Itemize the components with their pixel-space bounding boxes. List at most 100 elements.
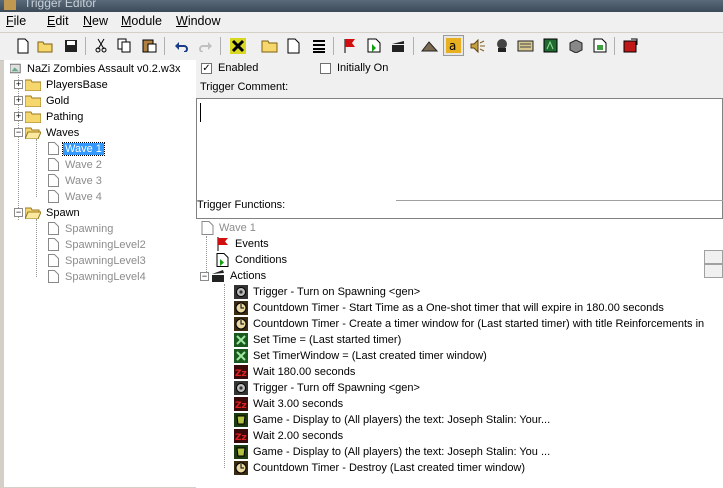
menu-module[interactable]: Module — [121, 14, 162, 28]
action-row[interactable]: Countdown Timer - Create a timer window … — [234, 316, 704, 332]
events-label: Events — [235, 238, 269, 250]
tree-trigger-wave-3[interactable]: Wave 3 — [48, 173, 104, 188]
action-row[interactable]: Set TimerWindow = (Last created timer wi… — [234, 348, 487, 364]
action-row[interactable]: Game - Display to (All players) the text… — [234, 412, 550, 428]
toolbar-separator — [164, 37, 165, 55]
expand-icon[interactable]: + — [14, 80, 23, 89]
object-manager-icon[interactable] — [565, 35, 586, 56]
delete-icon[interactable] — [227, 35, 248, 56]
events-node[interactable]: Events — [216, 236, 269, 252]
tree-trigger-spawninglevel2[interactable]: SpawningLevel2 — [48, 237, 148, 252]
expand-icon[interactable]: + — [14, 96, 23, 105]
tree-category-label: Waves — [46, 126, 80, 139]
tree-trigger-label: Wave 3 — [65, 174, 102, 187]
menu-file[interactable]: File — [6, 14, 26, 28]
actions-node[interactable]: − Actions — [200, 268, 266, 284]
action-row[interactable]: Zz Wait 2.00 seconds — [234, 428, 343, 444]
collapse-icon[interactable]: − — [14, 128, 23, 137]
new-comment-icon[interactable] — [308, 35, 329, 56]
redo-icon[interactable] — [195, 35, 216, 56]
ai-editor-icon[interactable] — [540, 35, 561, 56]
initially-on-checkbox[interactable] — [320, 63, 331, 74]
menu-edit[interactable]: Edit — [47, 14, 69, 28]
tree-category-waves[interactable]: − Waves — [14, 125, 81, 140]
import-manager-icon[interactable] — [589, 35, 610, 56]
map-icon — [10, 63, 21, 74]
new-category-icon[interactable] — [259, 35, 280, 56]
action-text: Wait 2.00 seconds — [253, 430, 344, 442]
tree-category-pathing[interactable]: + Pathing — [14, 109, 85, 124]
trigger-comment-label: Trigger Comment: — [200, 81, 289, 93]
tree-trigger-wave-1[interactable]: Wave 1 — [48, 141, 105, 156]
action-row[interactable]: Trigger - Turn on Spawning <gen> — [234, 284, 420, 300]
action-row[interactable]: Countdown Timer - Start Time as a One-sh… — [234, 300, 664, 316]
enabled-checkbox[interactable]: ✓ — [201, 63, 212, 74]
trigger-page-icon — [48, 254, 59, 267]
action-row[interactable]: Trigger - Turn off Spawning <gen> — [234, 380, 420, 396]
undo-icon[interactable] — [170, 35, 191, 56]
action-text: Trigger - Turn off Spawning <gen> — [253, 382, 420, 394]
initially-on-label: Initially On — [337, 62, 389, 74]
function-root[interactable]: Wave 1 — [200, 220, 256, 236]
tree-trigger-label: Spawning — [65, 222, 114, 235]
trigger-page-icon — [48, 222, 59, 235]
menu-window[interactable]: Window — [176, 14, 220, 28]
action-row[interactable]: Game - Display to (All players) the text… — [234, 444, 550, 460]
action-row[interactable]: Set Time = (Last started timer) — [234, 332, 401, 348]
conditions-node[interactable]: Conditions — [216, 252, 287, 268]
tree-category-playersbase[interactable]: + PlayersBase — [14, 77, 110, 92]
event-flag-icon — [217, 237, 228, 251]
tree-trigger-spawning[interactable]: Spawning — [48, 221, 115, 236]
tree-trigger-spawninglevel4[interactable]: SpawningLevel4 — [48, 269, 148, 284]
tree-trigger-label: Wave 4 — [65, 190, 102, 203]
folder-open-icon — [25, 207, 41, 219]
new-event-icon[interactable] — [339, 35, 360, 56]
new-condition-icon[interactable] — [363, 35, 384, 56]
svg-text:Zz: Zz — [235, 369, 247, 379]
tree-trigger-wave-4[interactable]: Wave 4 — [48, 189, 104, 204]
copy-icon[interactable] — [114, 35, 135, 56]
paste-icon[interactable] — [139, 35, 160, 56]
action-row[interactable]: Zz Wait 3.00 seconds — [234, 396, 343, 412]
campaign-editor-icon[interactable] — [515, 35, 536, 56]
menu-bar: File Edit New Module Window — [0, 12, 723, 32]
open-icon[interactable] — [35, 35, 56, 56]
sound-editor-icon[interactable] — [467, 35, 488, 56]
tree-root[interactable]: NaZi Zombies Assault v0.2.w3x — [10, 61, 182, 76]
toolbar: a — [0, 33, 723, 61]
action-row[interactable]: Zz Wait 180.00 seconds — [234, 364, 355, 380]
test-map-icon[interactable] — [620, 35, 641, 56]
tree-category-spawn[interactable]: − Spawn — [14, 205, 82, 220]
timer-icon — [234, 461, 248, 475]
tree-category-gold[interactable]: + Gold — [14, 93, 71, 108]
set-variable-icon — [234, 333, 248, 347]
tree-line — [36, 219, 37, 277]
trigger-editor-icon[interactable]: a — [443, 35, 464, 56]
action-row[interactable]: Countdown Timer - Destroy (Last created … — [234, 460, 525, 476]
tree-trigger-spawninglevel3[interactable]: SpawningLevel3 — [48, 253, 148, 268]
actions-label: Actions — [230, 270, 267, 282]
text-caret — [200, 103, 204, 122]
tree-category-label: Gold — [46, 94, 70, 107]
game-icon — [234, 413, 248, 427]
collapse-icon[interactable]: − — [14, 208, 23, 217]
tree-trigger-wave-2[interactable]: Wave 2 — [48, 157, 104, 172]
cut-icon[interactable] — [90, 35, 111, 56]
terrain-editor-icon[interactable] — [419, 35, 440, 56]
new-action-icon[interactable] — [388, 35, 409, 56]
save-icon[interactable] — [60, 35, 81, 56]
menu-new[interactable]: New — [83, 14, 108, 28]
menu-module-rest: odule — [131, 14, 163, 28]
new-trigger-icon[interactable] — [283, 35, 304, 56]
tree-trigger-label: SpawningLevel4 — [65, 270, 146, 283]
trigger-tree: NaZi Zombies Assault v0.2.w3x + PlayersB… — [4, 60, 197, 487]
object-editor-icon[interactable] — [491, 35, 512, 56]
svg-text:a: a — [449, 39, 456, 53]
trigger-page-icon — [201, 221, 214, 235]
set-variable-icon — [234, 349, 248, 363]
collapse-icon[interactable]: − — [200, 271, 209, 281]
new-icon[interactable] — [12, 35, 33, 56]
action-text: Set Time = (Last started timer) — [253, 334, 402, 346]
expand-icon[interactable]: + — [14, 112, 23, 121]
action-text: Game - Display to (All players) the text… — [253, 414, 551, 426]
